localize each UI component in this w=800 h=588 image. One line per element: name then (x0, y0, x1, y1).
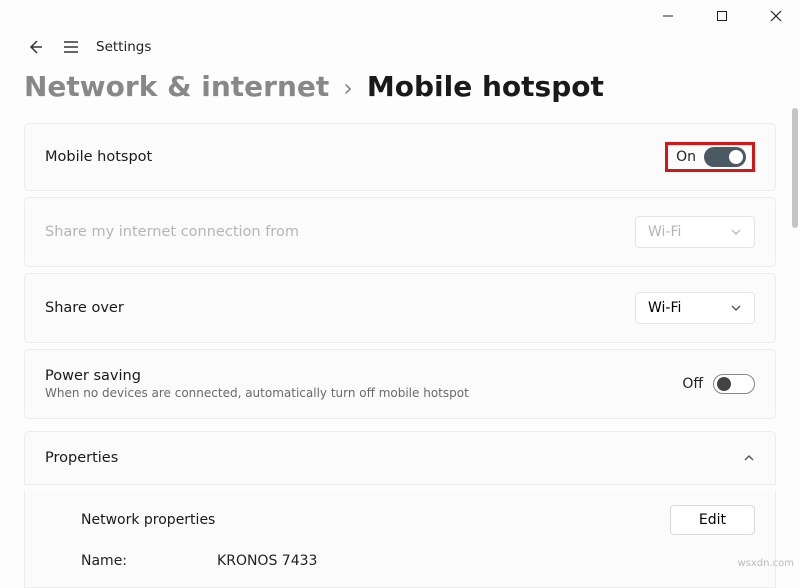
hotspot-toggle[interactable] (704, 147, 746, 167)
toggle-state-text: On (676, 149, 696, 165)
app-title: Settings (96, 39, 151, 55)
hamburger-icon (63, 39, 79, 55)
row-mobile-hotspot: Mobile hotspot On (24, 123, 776, 191)
share-over-select[interactable]: Wi-Fi (635, 292, 755, 324)
row-sublabel: When no devices are connected, automatic… (45, 386, 469, 400)
arrow-left-icon (27, 39, 43, 55)
back-button[interactable] (24, 36, 46, 58)
row-label: Power saving (45, 368, 469, 384)
close-icon (770, 10, 782, 22)
row-power-saving: Power saving When no devices are connect… (24, 349, 776, 419)
menu-button[interactable] (60, 36, 82, 58)
window-maximize-button[interactable] (704, 0, 740, 32)
toggle-state-text: Off (682, 376, 703, 392)
row-share-over: Share over Wi-Fi (24, 273, 776, 343)
select-value: Wi-Fi (648, 300, 681, 316)
window-close-button[interactable] (758, 0, 794, 32)
page-title: Mobile hotspot (367, 70, 604, 103)
select-value: Wi-Fi (648, 224, 681, 240)
properties-header-label: Properties (45, 450, 118, 466)
maximize-icon (716, 10, 728, 22)
property-key: Name: (81, 553, 127, 569)
share-from-select[interactable]: Wi-Fi (635, 216, 755, 248)
settings-content: Mobile hotspot On Share my internet conn… (0, 123, 800, 588)
window-titlebar (0, 0, 800, 32)
breadcrumb-root[interactable]: Network & internet (24, 70, 329, 103)
chevron-down-icon (730, 302, 742, 314)
highlight-hotspot-toggle: On (665, 142, 755, 172)
network-properties-label: Network properties (81, 512, 215, 528)
chevron-down-icon (730, 226, 742, 238)
properties-body: Network properties Edit Name: KRONOS 743… (24, 491, 776, 588)
property-value: KRONOS 7433 (217, 553, 317, 569)
window-minimize-button[interactable] (650, 0, 686, 32)
row-label: Mobile hotspot (45, 149, 152, 165)
power-saving-toggle[interactable] (713, 374, 755, 394)
vertical-scrollbar[interactable] (792, 108, 798, 228)
top-nav: Settings (0, 32, 800, 62)
row-label: Share my internet connection from (45, 224, 299, 240)
chevron-right-icon: › (343, 74, 353, 102)
row-share-from: Share my internet connection from Wi-Fi (24, 197, 776, 267)
property-name-row: Name: KRONOS 7433 (81, 553, 755, 569)
minimize-icon (662, 10, 674, 22)
edit-button[interactable]: Edit (670, 505, 755, 535)
properties-expander[interactable]: Properties (24, 431, 776, 485)
breadcrumb: Network & internet › Mobile hotspot (0, 62, 800, 123)
watermark: wsxdn.com (737, 558, 794, 569)
row-label: Share over (45, 300, 124, 316)
chevron-up-icon (743, 452, 755, 464)
